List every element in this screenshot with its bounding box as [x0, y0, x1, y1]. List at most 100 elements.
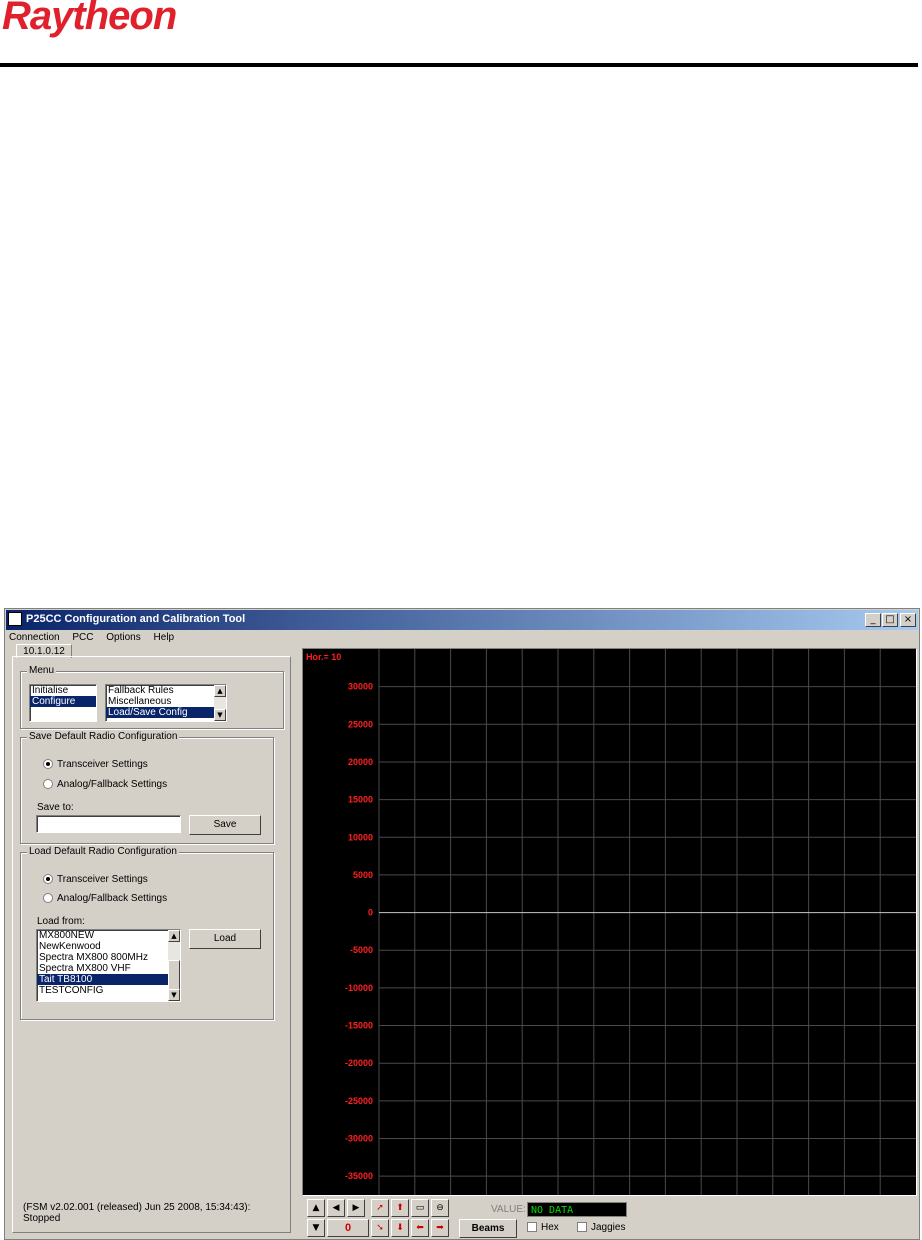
y-tick-label: 5000	[353, 870, 373, 880]
y-tick-label: -25000	[345, 1096, 373, 1106]
app-icon	[8, 612, 22, 626]
save-to-input[interactable]	[36, 815, 181, 833]
value-label: VALUE:	[491, 1204, 526, 1215]
save-group: Save Default Radio Configuration Transce…	[20, 731, 274, 844]
status-line-1: (FSM v2.02.001 (released) Jun 25 2008, 1…	[23, 1202, 251, 1213]
chart-background	[303, 649, 916, 1195]
checkbox-icon[interactable]	[577, 1222, 587, 1233]
radio-label: Analog/Fallback Settings	[57, 893, 168, 904]
menu-options[interactable]: Options	[106, 632, 140, 643]
list-item[interactable]: Initialise	[30, 685, 96, 696]
load-radio-analog[interactable]: Analog/Fallback Settings	[43, 893, 167, 905]
y-tick-label: 10000	[348, 832, 373, 842]
list-item[interactable]: Spectra MX800 VHF	[37, 963, 168, 974]
close-button[interactable]: ×	[900, 613, 916, 627]
arrow-down-icon[interactable]: ▼	[307, 1219, 325, 1237]
list-item[interactable]: TESTCONFIG	[37, 985, 168, 996]
menu-left-list[interactable]: Initialise Configure	[29, 684, 97, 722]
y-tick-label: -10000	[345, 983, 373, 993]
list-item[interactable]: Spectra MX800 800MHz	[37, 952, 168, 963]
arrow-diag-down-icon[interactable]: ➘	[371, 1219, 389, 1237]
status-text: (FSM v2.02.001 (released) Jun 25 2008, 1…	[23, 1202, 250, 1224]
y-tick-label: -5000	[350, 945, 373, 955]
list-item[interactable]: Tait TB8100	[37, 974, 168, 985]
list-item[interactable]: Fallback Rules	[106, 685, 226, 696]
menu-pcc[interactable]: PCC	[72, 632, 93, 643]
arrow-left-icon[interactable]: ◀	[327, 1199, 345, 1217]
counter-value: 0	[327, 1219, 369, 1237]
raytheon-logo: Raytheon	[2, 0, 177, 38]
control-bar: ▲ ◀ ▶ ➚ ⬆ ▭ ⊖ ▼ 0 ➘ ⬇ ⬅ ➡ VALUE: NO DATA…	[303, 1197, 917, 1238]
arrow-up-icon[interactable]: ▲	[307, 1199, 325, 1217]
radio-label: Transceiver Settings	[57, 874, 148, 885]
arrow-right-icon[interactable]: ▶	[347, 1199, 365, 1217]
beams-button[interactable]: Beams	[459, 1219, 517, 1238]
scroll-thumb[interactable]	[168, 960, 180, 990]
window-title: P25CC Configuration and Calibration Tool	[26, 613, 246, 625]
status-line-2: Stopped	[23, 1213, 61, 1224]
radio-selected-icon[interactable]	[43, 759, 53, 770]
scroll-down-icon[interactable]: ▼	[214, 709, 226, 721]
load-from-label: Load from:	[37, 916, 85, 927]
scroll-up-icon[interactable]: ▲	[168, 930, 180, 942]
list-item[interactable]: Miscellaneous	[106, 696, 226, 707]
header-rule	[0, 63, 918, 67]
chart-panel[interactable]: 30000 25000 20000 15000 10000 5000 0 -5000 -1000…	[302, 648, 917, 1196]
menu-connection[interactable]: Connection	[9, 632, 60, 643]
chart-svg: 30000 25000 20000 15000 10000 5000 0 -5000 -1000…	[303, 649, 916, 1195]
scroll-up-icon[interactable]: ▲	[214, 685, 226, 697]
menu-help[interactable]: Help	[154, 632, 175, 643]
load-from-list[interactable]: MX800NEW NewKenwood Spectra MX800 800MHz…	[36, 929, 181, 1002]
load-list-scrollbar[interactable]: ▲ ▼	[168, 930, 180, 1001]
y-tick-label: 25000	[348, 719, 373, 729]
list-item[interactable]: NewKenwood	[37, 941, 168, 952]
menu-right-list[interactable]: Fallback Rules Miscellaneous Load/Save C…	[105, 684, 227, 722]
save-radio-transceiver[interactable]: Transceiver Settings	[43, 759, 148, 771]
save-group-label: Save Default Radio Configuration	[27, 731, 180, 742]
title-bar[interactable]: P25CC Configuration and Calibration Tool…	[6, 610, 918, 630]
jaggies-checkbox[interactable]: Jaggies	[577, 1222, 625, 1233]
menu-group-label: Menu	[27, 665, 57, 676]
y-tick-label: 30000	[348, 682, 373, 692]
zoom-out-icon[interactable]: ⊖	[431, 1199, 449, 1217]
y-tick-label: 15000	[348, 795, 373, 805]
hex-checkbox[interactable]: Hex	[527, 1222, 559, 1233]
radio-label: Analog/Fallback Settings	[57, 779, 168, 790]
load-group-label: Load Default Radio Configuration	[27, 846, 179, 857]
scroll-down-icon[interactable]: ▼	[168, 989, 180, 1001]
radio-unselected-icon[interactable]	[43, 779, 53, 790]
save-radio-analog[interactable]: Analog/Fallback Settings	[43, 779, 167, 791]
y-tick-label: -15000	[345, 1021, 373, 1031]
folder-open-icon[interactable]: ▭	[411, 1199, 429, 1217]
radio-unselected-icon[interactable]	[43, 893, 53, 904]
minimize-button[interactable]: _	[865, 613, 881, 627]
list-item[interactable]: Configure	[30, 696, 96, 707]
arrow-down-red-icon[interactable]: ⬇	[391, 1219, 409, 1237]
arrow-diag-up-icon[interactable]: ➚	[371, 1199, 389, 1217]
menu-group: Menu Initialise Configure Fallback Rules…	[20, 665, 284, 729]
y-tick-label: -35000	[345, 1171, 373, 1181]
y-tick-label: 0	[368, 908, 373, 918]
list-item[interactable]: MX800NEW	[37, 930, 168, 941]
chart-corner-label: Hor.= 10	[306, 652, 341, 662]
y-tick-label: 20000	[348, 757, 373, 767]
arrow-right-red-icon[interactable]: ➡	[431, 1219, 449, 1237]
y-tick-label: -30000	[345, 1134, 373, 1144]
value-readout: NO DATA	[527, 1202, 627, 1217]
radio-label: Transceiver Settings	[57, 759, 148, 770]
arrow-up-red-icon[interactable]: ⬆	[391, 1199, 409, 1217]
arrow-left-red-icon[interactable]: ⬅	[411, 1219, 429, 1237]
save-button[interactable]: Save	[189, 815, 261, 835]
app-window: P25CC Configuration and Calibration Tool…	[4, 608, 920, 1240]
y-tick-label: -20000	[345, 1058, 373, 1068]
save-to-label: Save to:	[37, 802, 74, 813]
radio-selected-icon[interactable]	[43, 874, 53, 885]
left-panel: Menu Initialise Configure Fallback Rules…	[12, 656, 291, 1233]
menu-right-scrollbar[interactable]: ▲ ▼	[214, 685, 226, 721]
hex-label: Hex	[541, 1222, 559, 1233]
load-radio-transceiver[interactable]: Transceiver Settings	[43, 874, 148, 886]
maximize-button[interactable]: □	[882, 613, 898, 627]
list-item[interactable]: Load/Save Config	[106, 707, 214, 718]
load-button[interactable]: Load	[189, 929, 261, 949]
checkbox-icon[interactable]	[527, 1222, 537, 1233]
